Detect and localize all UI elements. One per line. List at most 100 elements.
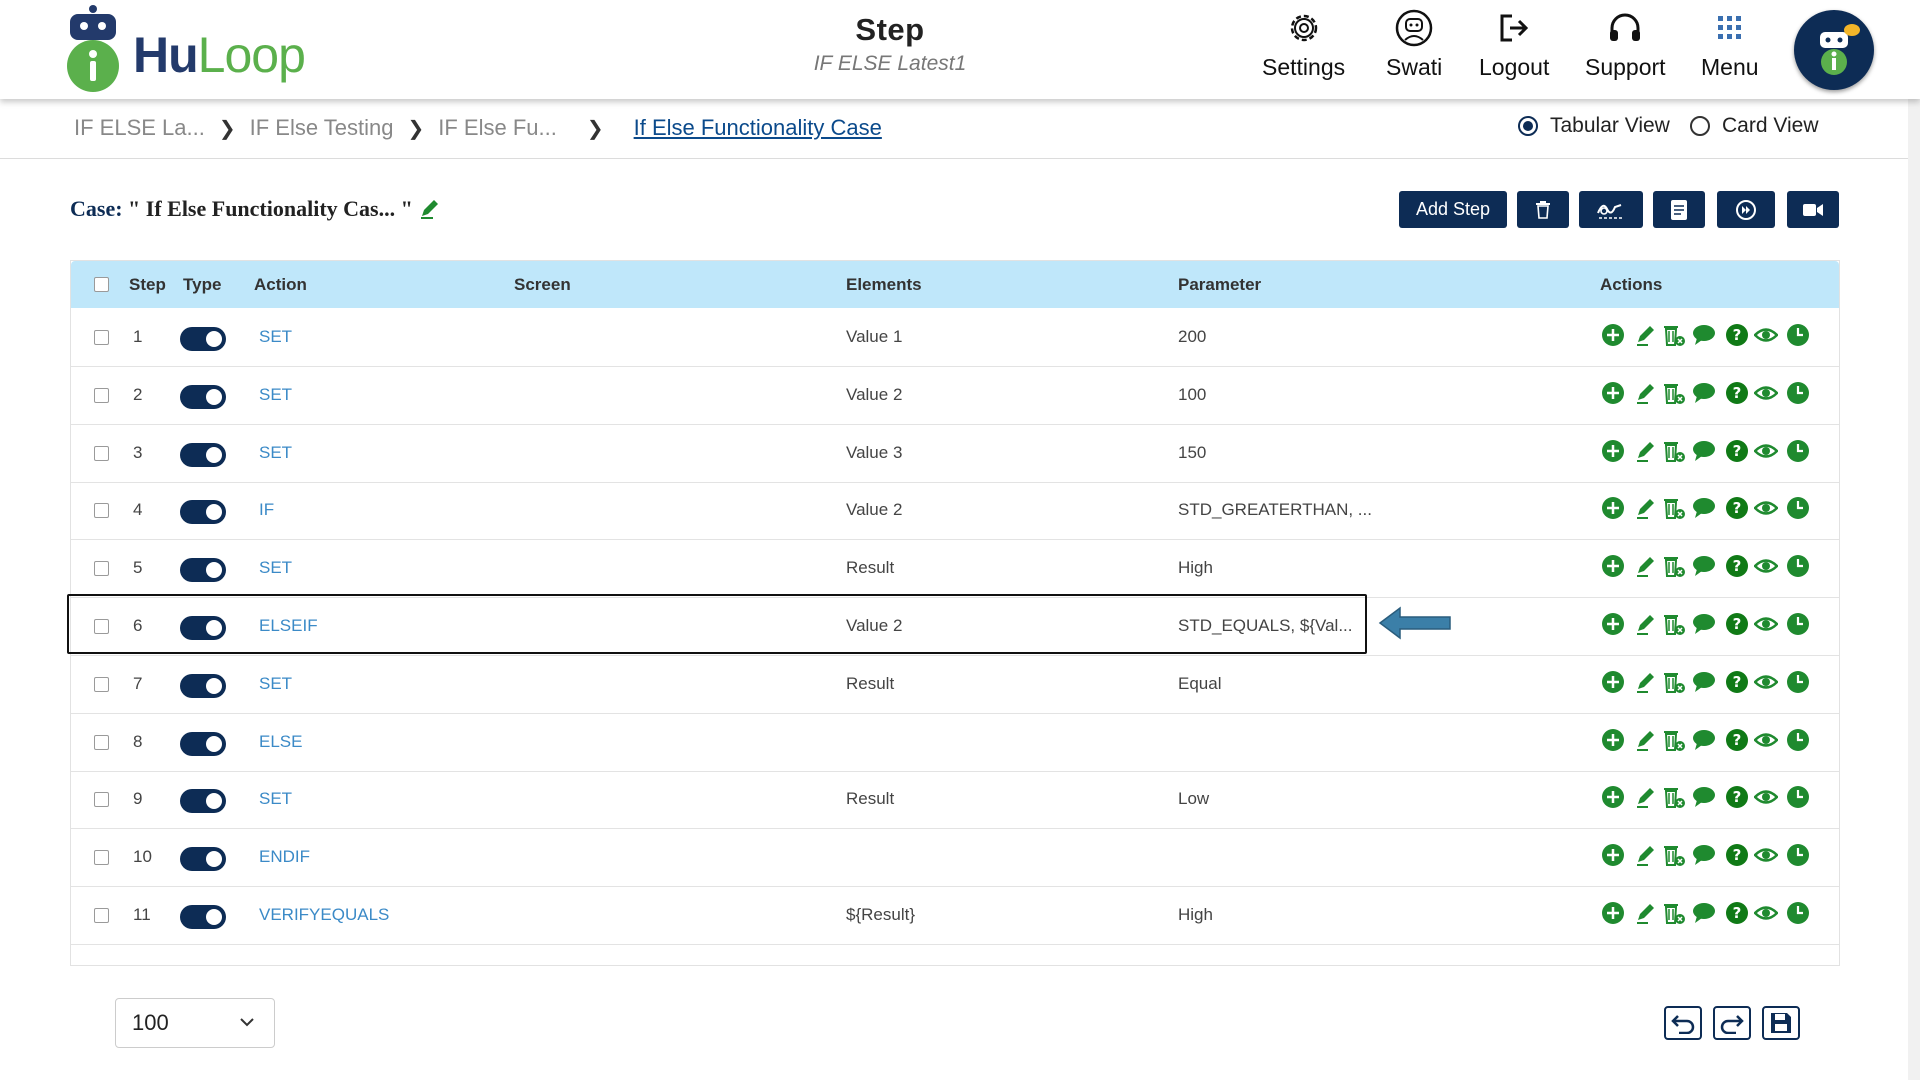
table-row[interactable]: 1 SET Value 1 200?: [71, 309, 1839, 367]
edit-icon[interactable]: [1634, 901, 1658, 925]
add-icon[interactable]: [1601, 496, 1625, 520]
action-link[interactable]: ENDIF: [259, 847, 310, 867]
add-icon[interactable]: [1601, 612, 1625, 636]
clock-icon[interactable]: [1786, 381, 1810, 405]
add-icon[interactable]: [1601, 439, 1625, 463]
breadcrumb-item[interactable]: IF Else Fu...: [438, 115, 557, 141]
delete-icon[interactable]: [1662, 323, 1686, 347]
edit-icon[interactable]: [1634, 381, 1658, 405]
add-step-button[interactable]: Add Step: [1399, 191, 1507, 228]
breadcrumb-item[interactable]: IF ELSE La...: [74, 115, 205, 141]
action-link[interactable]: VERIFYEQUALS: [259, 905, 389, 925]
clock-icon[interactable]: [1786, 439, 1810, 463]
delete-icon[interactable]: [1662, 612, 1686, 636]
view-icon[interactable]: [1754, 496, 1778, 520]
row-checkbox[interactable]: [94, 445, 109, 461]
add-icon[interactable]: [1601, 785, 1625, 809]
view-icon[interactable]: [1754, 670, 1778, 694]
action-link[interactable]: IF: [259, 500, 274, 520]
assistant-bot-button[interactable]: [1794, 10, 1874, 90]
nav-logout[interactable]: Logout: [1479, 8, 1549, 81]
col-action[interactable]: Action: [254, 275, 307, 295]
help-icon[interactable]: ?: [1725, 728, 1749, 752]
enable-toggle[interactable]: [180, 442, 226, 467]
redo-button[interactable]: [1713, 1006, 1751, 1040]
huloop-logo[interactable]: HuLoop: [58, 4, 318, 96]
add-icon[interactable]: [1601, 843, 1625, 867]
view-icon[interactable]: [1754, 901, 1778, 925]
view-icon[interactable]: [1754, 728, 1778, 752]
row-checkbox[interactable]: [94, 561, 109, 577]
help-icon[interactable]: ?: [1725, 323, 1749, 347]
select-all-checkbox[interactable]: [94, 277, 109, 292]
clock-icon[interactable]: [1786, 554, 1810, 578]
enable-toggle[interactable]: [180, 500, 226, 525]
breadcrumb-current[interactable]: If Else Functionality Case: [634, 115, 882, 141]
delete-icon[interactable]: [1662, 439, 1686, 463]
delete-icon[interactable]: [1662, 670, 1686, 694]
clock-icon[interactable]: [1786, 843, 1810, 867]
undo-button[interactable]: [1664, 1006, 1702, 1040]
clock-icon[interactable]: [1786, 670, 1810, 694]
comment-icon[interactable]: [1692, 612, 1716, 636]
comment-icon[interactable]: [1692, 439, 1716, 463]
comment-icon[interactable]: [1692, 381, 1716, 405]
view-icon[interactable]: [1754, 323, 1778, 347]
enable-toggle[interactable]: [180, 558, 226, 583]
table-row[interactable]: 5 SET Result High?: [71, 540, 1839, 599]
action-link[interactable]: ELSE: [259, 732, 302, 752]
clock-icon[interactable]: [1786, 785, 1810, 809]
comment-icon[interactable]: [1692, 670, 1716, 694]
edit-icon[interactable]: [1634, 612, 1658, 636]
comment-icon[interactable]: [1692, 843, 1716, 867]
action-link[interactable]: SET: [259, 443, 292, 463]
clock-icon[interactable]: [1786, 728, 1810, 752]
nav-settings[interactable]: Settings: [1262, 8, 1345, 81]
view-icon[interactable]: [1754, 612, 1778, 636]
help-icon[interactable]: ?: [1725, 901, 1749, 925]
add-icon[interactable]: [1601, 323, 1625, 347]
save-button[interactable]: [1762, 1006, 1800, 1040]
comment-icon[interactable]: [1692, 728, 1716, 752]
row-checkbox[interactable]: [94, 676, 109, 692]
edit-case-icon[interactable]: [418, 196, 442, 220]
table-row[interactable]: 9 SET Result Low?: [71, 771, 1839, 830]
clock-icon[interactable]: [1786, 901, 1810, 925]
action-link[interactable]: SET: [259, 385, 292, 405]
col-screen[interactable]: Screen: [514, 275, 571, 295]
delete-icon[interactable]: [1662, 381, 1686, 405]
row-checkbox[interactable]: [94, 503, 109, 519]
table-row[interactable]: 7 SET Result Equal?: [71, 656, 1839, 714]
run-button[interactable]: [1717, 191, 1775, 228]
help-icon[interactable]: ?: [1725, 439, 1749, 463]
table-row[interactable]: 3 SET Value 3 150?: [71, 425, 1839, 483]
edit-icon[interactable]: [1634, 496, 1658, 520]
enable-toggle[interactable]: [180, 673, 226, 698]
enable-toggle[interactable]: [180, 384, 226, 409]
help-icon[interactable]: ?: [1725, 554, 1749, 578]
add-icon[interactable]: [1601, 728, 1625, 752]
comment-icon[interactable]: [1692, 901, 1716, 925]
nav-user[interactable]: Swati: [1386, 8, 1442, 81]
comment-icon[interactable]: [1692, 496, 1716, 520]
card-view-radio[interactable]: Card View: [1690, 114, 1819, 138]
edit-icon[interactable]: [1634, 323, 1658, 347]
enable-toggle[interactable]: [180, 327, 226, 351]
edit-icon[interactable]: [1634, 843, 1658, 867]
help-icon[interactable]: ?: [1725, 670, 1749, 694]
add-icon[interactable]: [1601, 670, 1625, 694]
view-icon[interactable]: [1754, 843, 1778, 867]
help-icon[interactable]: ?: [1725, 612, 1749, 636]
edit-icon[interactable]: [1634, 785, 1658, 809]
action-link[interactable]: SET: [259, 327, 292, 347]
help-icon[interactable]: ?: [1725, 496, 1749, 520]
enable-toggle[interactable]: [180, 847, 226, 872]
row-checkbox[interactable]: [94, 792, 109, 808]
col-elements[interactable]: Elements: [846, 275, 922, 295]
add-icon[interactable]: [1601, 554, 1625, 578]
delete-icon[interactable]: [1662, 554, 1686, 578]
nav-menu[interactable]: Menu: [1701, 8, 1759, 81]
table-row[interactable]: 10 ENDIF?: [71, 829, 1839, 888]
page-size-select[interactable]: 100: [115, 998, 275, 1048]
help-icon[interactable]: ?: [1725, 381, 1749, 405]
